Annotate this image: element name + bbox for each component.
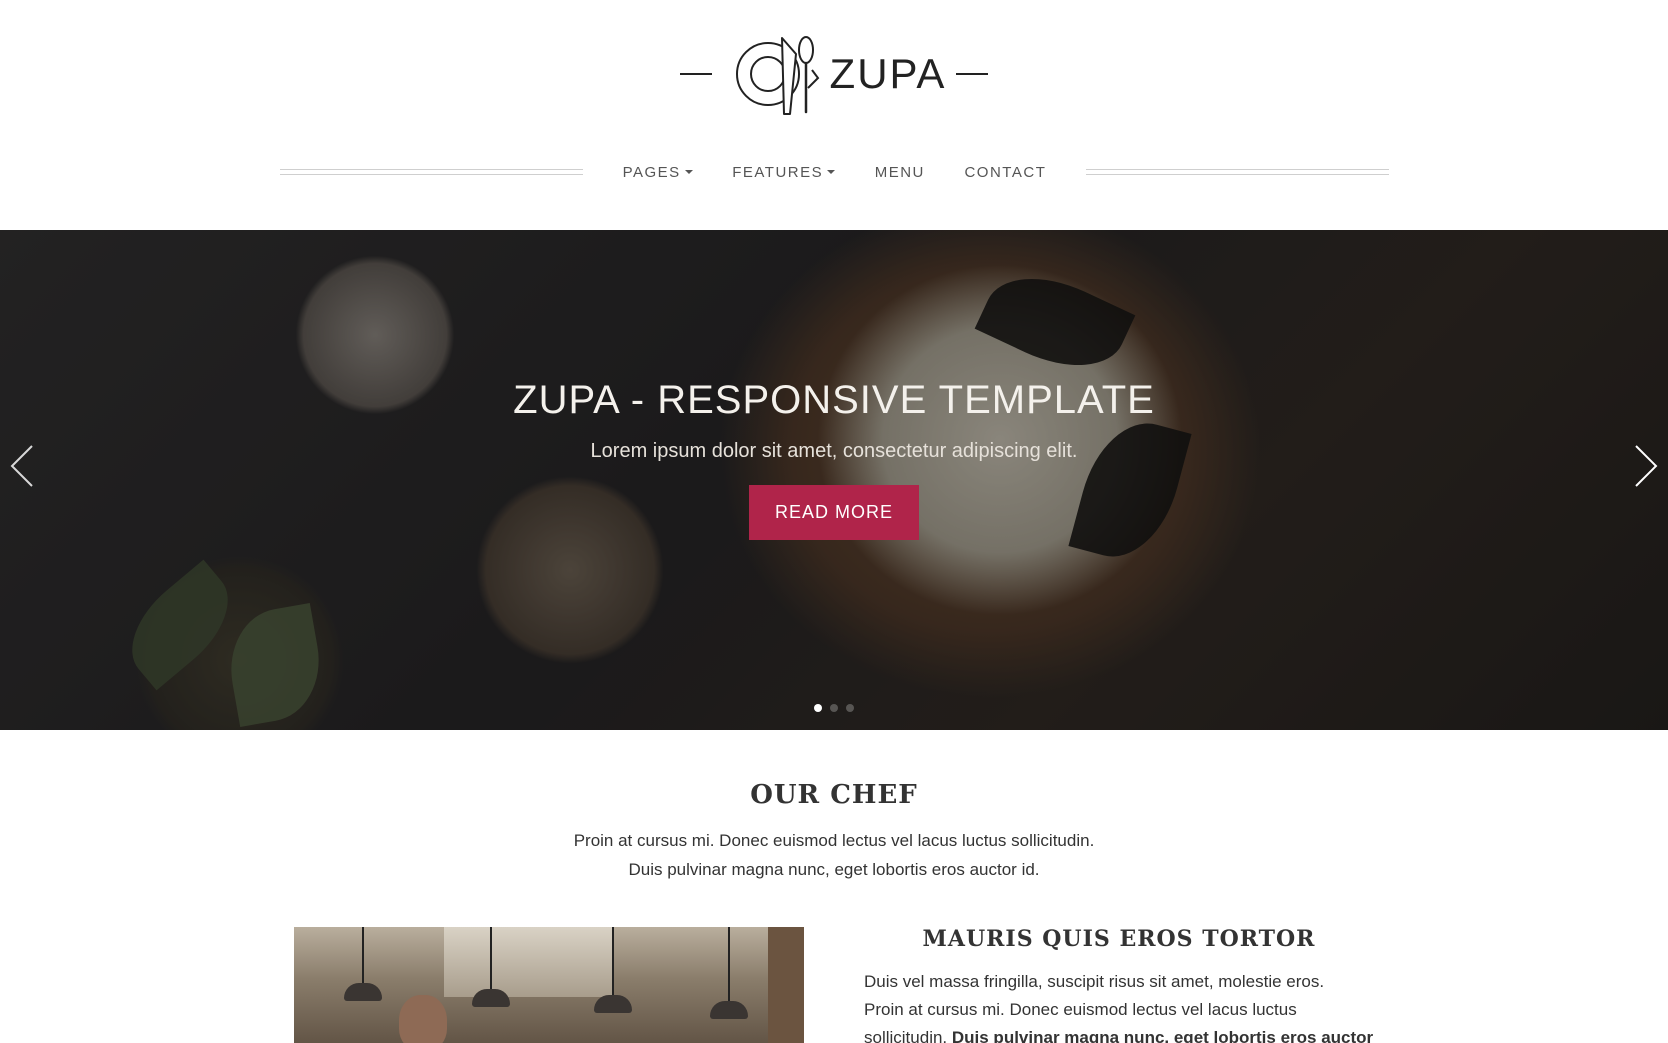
slider-dots bbox=[0, 704, 1668, 712]
section-intro: Proin at cursus mi. Donec euismod lectus… bbox=[0, 826, 1668, 884]
nav-item-menu-label: MENU bbox=[874, 163, 925, 181]
photo-lamp bbox=[594, 995, 632, 1013]
plate-cutlery-logo-icon bbox=[735, 36, 819, 115]
nav-item-contact[interactable]: CONTACT bbox=[964, 164, 1046, 181]
hero-slider: ZUPA - RESPONSIVE TEMPLATE Lorem ipsum d… bbox=[0, 230, 1668, 730]
nav-rule-left bbox=[280, 169, 583, 175]
body-line: Proin at cursus mi. Donec euismod lectus… bbox=[864, 1000, 1297, 1019]
chef-body: Duis vel massa fringilla, suscipit risus… bbox=[864, 968, 1374, 1043]
nav-item-menu[interactable]: MENU bbox=[875, 164, 925, 181]
main-nav: PAGES FEATURES MENU CONTACT bbox=[0, 152, 1668, 192]
intro-line: Duis pulvinar magna nunc, eget lobortis … bbox=[628, 860, 1040, 879]
caret-down-icon bbox=[684, 170, 693, 174]
brand-name: ZUPA bbox=[829, 50, 947, 97]
nav-item-features-label: FEATURES bbox=[732, 163, 824, 181]
body-line: sollicitudin. Duis pulvinar magna nunc, … bbox=[864, 1024, 1374, 1043]
nav-item-features[interactable]: FEATURES bbox=[732, 163, 836, 181]
intro-line: Proin at cursus mi. Donec euismod lectus… bbox=[573, 831, 1095, 850]
slider-dot-1[interactable] bbox=[814, 704, 822, 712]
site-header: ZUPA PAGES FEATURES MENU CONTACT bbox=[0, 0, 1668, 230]
hero-subtitle: Lorem ipsum dolor sit amet, consectetur … bbox=[590, 440, 1078, 462]
hero-caption: ZUPA - RESPONSIVE TEMPLATE Lorem ipsum d… bbox=[0, 378, 1668, 540]
photo-window bbox=[444, 927, 614, 997]
photo-chef-figure bbox=[399, 995, 447, 1043]
photo-lamp-cord bbox=[490, 927, 492, 991]
read-more-button[interactable]: READ MORE bbox=[749, 485, 919, 540]
logo[interactable]: ZUPA bbox=[0, 26, 1668, 122]
caret-down-icon bbox=[827, 170, 836, 174]
our-chef-section: OUR CHEF Proin at cursus mi. Donec euism… bbox=[0, 730, 1668, 1043]
photo-lamp-cord bbox=[362, 927, 364, 985]
photo-wall bbox=[768, 927, 804, 1043]
chef-photo bbox=[294, 927, 804, 1043]
nav-item-pages[interactable]: PAGES bbox=[623, 164, 693, 181]
chef-subheading: MAURIS QUIS EROS TORTOR bbox=[922, 926, 1316, 952]
nav-item-contact-label: CONTACT bbox=[964, 163, 1047, 181]
chef-text-block: MAURIS QUIS EROS TORTOR Duis vel massa f… bbox=[864, 926, 1374, 1043]
photo-lamp-cord bbox=[612, 927, 614, 997]
photo-lamp-cord bbox=[728, 927, 730, 1003]
slider-dot-2[interactable] bbox=[830, 704, 838, 712]
body-text: sollicitudin. bbox=[864, 1028, 952, 1043]
hero-title: ZUPA - RESPONSIVE TEMPLATE bbox=[513, 378, 1155, 422]
slider-dot-3[interactable] bbox=[846, 704, 854, 712]
body-line: Duis vel massa fringilla, suscipit risus… bbox=[864, 972, 1325, 991]
photo-lamp bbox=[710, 1001, 748, 1019]
logo-dash-right bbox=[956, 73, 989, 75]
nav-rule-right bbox=[1086, 169, 1389, 175]
section-heading: OUR CHEF bbox=[750, 780, 918, 810]
nav-item-pages-label: PAGES bbox=[622, 163, 681, 181]
photo-lamp bbox=[472, 989, 510, 1007]
body-text-bold: Duis pulvinar magna nunc, eget lobortis … bbox=[951, 1028, 1374, 1043]
logo-dash-left bbox=[679, 73, 712, 75]
photo-lamp bbox=[344, 983, 382, 1001]
